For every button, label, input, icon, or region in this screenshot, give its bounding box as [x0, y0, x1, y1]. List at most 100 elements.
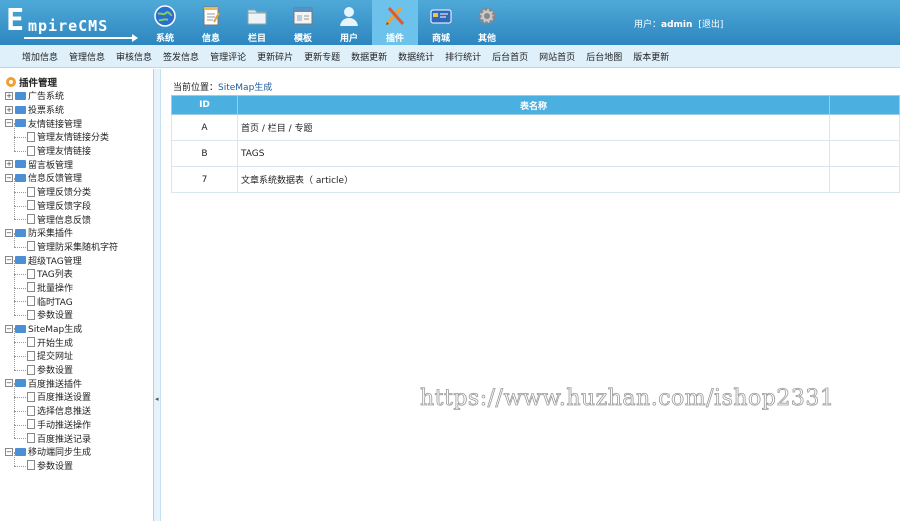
- tree-leaf[interactable]: 管理反馈分类: [5, 177, 153, 199]
- tree-leaf-label: 选择信息推送: [37, 407, 92, 418]
- collapse-icon[interactable]: −: [5, 228, 13, 237]
- quick-menu-item[interactable]: 更新碎片: [257, 50, 293, 63]
- nav-item-4[interactable]: 用户: [326, 0, 372, 45]
- expand-icon[interactable]: +: [5, 91, 13, 100]
- header-extra: [829, 95, 900, 115]
- tree-root[interactable]: 插件管理: [5, 75, 57, 89]
- tree-leaf[interactable]: TAG列表: [5, 260, 153, 281]
- table-row[interactable]: 7 文章系统数据表（ article）: [171, 166, 900, 193]
- tree-node[interactable]: − 百度推送插件: [5, 376, 153, 390]
- quick-menu-item[interactable]: 版本更新: [633, 50, 669, 63]
- empirecms-logo: E mpireCMS: [6, 6, 138, 42]
- table-row[interactable]: A 首页 / 栏目 / 专题: [171, 114, 900, 141]
- document-icon: [27, 433, 35, 444]
- nav-item-label: 模板: [293, 34, 312, 44]
- tree-leaf[interactable]: 百度推送记录: [5, 424, 153, 445]
- quick-menu-item[interactable]: 排行统计: [445, 50, 481, 63]
- tree-node[interactable]: + 广告系统: [5, 89, 153, 103]
- document-icon: [27, 364, 35, 375]
- row-table-name[interactable]: TAGS: [237, 140, 830, 167]
- watermark: https://www.huzhan.com/ishop2331: [420, 386, 835, 412]
- sidebar-tree: 插件管理 + 广告系统 + 投票系统 − 友情链接管理 管理友情链接分类管理友情链接 + 留言板…: [0, 69, 154, 521]
- nav-item-7[interactable]: 其他: [464, 0, 510, 45]
- quick-menu-item[interactable]: 管理信息: [69, 50, 105, 63]
- tree-leaf[interactable]: 百度推送设置: [5, 383, 153, 404]
- nav-item-0[interactable]: 系统: [142, 0, 188, 45]
- tree-node[interactable]: + 留言板管理: [5, 157, 153, 171]
- tree-node-label: 友情链接管理: [28, 119, 83, 130]
- logout-link[interactable]: [退出]: [698, 20, 723, 30]
- folder-icon: [15, 173, 26, 182]
- tree-node-label: 信息反馈管理: [28, 174, 83, 185]
- header-table-name: 表名称: [237, 95, 830, 115]
- nav-item-label: 栏目: [247, 34, 266, 44]
- tree-leaf[interactable]: 管理信息反馈: [5, 205, 153, 226]
- expand-icon[interactable]: +: [5, 105, 13, 114]
- collapse-icon[interactable]: −: [5, 256, 13, 265]
- document-icon: [27, 214, 35, 225]
- tree-leaf-label: 管理友情链接: [37, 147, 92, 158]
- tree-node[interactable]: − 信息反馈管理: [5, 171, 153, 185]
- tree-leaf[interactable]: 参数设置: [5, 451, 153, 473]
- collapse-icon[interactable]: −: [5, 447, 13, 456]
- nav-item-5[interactable]: 插件: [372, 0, 418, 45]
- nav-item-label: 用户: [339, 34, 358, 44]
- tree-leaf[interactable]: 批量操作: [5, 273, 153, 295]
- quick-menu-item[interactable]: 数据更新: [351, 50, 387, 63]
- tree-leaf[interactable]: 手动推送操作: [5, 410, 153, 432]
- tree-node[interactable]: − SiteMap生成: [5, 322, 153, 336]
- quick-menu-item[interactable]: 签发信息: [163, 50, 199, 63]
- tree-node[interactable]: − 移动端同步生成: [5, 445, 153, 459]
- expand-icon[interactable]: +: [5, 160, 13, 169]
- tree-node[interactable]: − 友情链接管理: [5, 116, 153, 130]
- folder-icon: [15, 324, 26, 333]
- table-header-row: ID 表名称: [171, 95, 900, 115]
- tree-node-label: 广告系统: [28, 92, 65, 103]
- document-icon: [27, 419, 35, 430]
- tree-leaf[interactable]: 管理友情链接分类: [5, 123, 153, 144]
- tree-leaf[interactable]: 临时TAG: [5, 287, 153, 308]
- tree-leaf[interactable]: 参数设置: [5, 301, 153, 322]
- tree-leaf[interactable]: 选择信息推送: [5, 396, 153, 418]
- tree-node[interactable]: − 防采集插件: [5, 226, 153, 240]
- document-icon: [27, 186, 35, 197]
- quick-menu-item[interactable]: 管理评论: [210, 50, 246, 63]
- tree-leaf[interactable]: 开始生成: [5, 328, 153, 349]
- row-id: B: [171, 140, 238, 167]
- table-row[interactable]: B TAGS: [171, 140, 900, 167]
- collapse-icon[interactable]: −: [5, 173, 13, 182]
- collapse-arrow-icon[interactable]: ◂: [155, 395, 159, 403]
- row-table-name[interactable]: 文章系统数据表（ article）: [237, 166, 830, 193]
- document-icon: [27, 282, 35, 293]
- tree-leaf[interactable]: 管理反馈字段: [5, 191, 153, 213]
- quick-menu-item[interactable]: 网站首页: [539, 50, 575, 63]
- collapse-icon[interactable]: −: [5, 379, 13, 388]
- quick-menu-item[interactable]: 后台首页: [492, 50, 528, 63]
- row-table-name[interactable]: 首页 / 栏目 / 专题: [237, 114, 830, 141]
- top-bar: E mpireCMS 系统 信息 栏目 模板 用户 插件 商城 其他 用户：admin [退出]: [0, 0, 900, 45]
- quick-menu-item[interactable]: 增加信息: [22, 50, 58, 63]
- collapse-icon[interactable]: −: [5, 119, 13, 128]
- nav-item-3[interactable]: 模板: [280, 0, 326, 45]
- sidebar-splitter[interactable]: ◂: [154, 69, 161, 521]
- document-icon: [27, 405, 35, 416]
- tree-leaf[interactable]: 参数设置: [5, 355, 153, 377]
- document-icon: [27, 460, 35, 471]
- breadcrumb-link[interactable]: SiteMap生成: [218, 83, 272, 93]
- tree-node[interactable]: − 超级TAG管理: [5, 253, 153, 267]
- quick-menu-item[interactable]: 审核信息: [116, 50, 152, 63]
- row-extra: [829, 166, 900, 193]
- tree-node[interactable]: + 投票系统: [5, 103, 153, 117]
- tree-leaf[interactable]: 管理防采集随机字符: [5, 232, 153, 254]
- nav-item-1[interactable]: 信息: [188, 0, 234, 45]
- collapse-icon[interactable]: −: [5, 324, 13, 333]
- quick-menu-item[interactable]: 数据统计: [398, 50, 434, 63]
- quick-menu-item[interactable]: 后台地图: [586, 50, 622, 63]
- tree-leaf-label: TAG列表: [37, 270, 73, 281]
- breadcrumb: 当前位置：SiteMap生成: [173, 80, 272, 93]
- tree-leaf[interactable]: 提交网址: [5, 342, 153, 363]
- nav-item-6[interactable]: 商城: [418, 0, 464, 45]
- quick-menu-item[interactable]: 更新专题: [304, 50, 340, 63]
- nav-item-2[interactable]: 栏目: [234, 0, 280, 45]
- tree-leaf[interactable]: 管理友情链接: [5, 136, 153, 158]
